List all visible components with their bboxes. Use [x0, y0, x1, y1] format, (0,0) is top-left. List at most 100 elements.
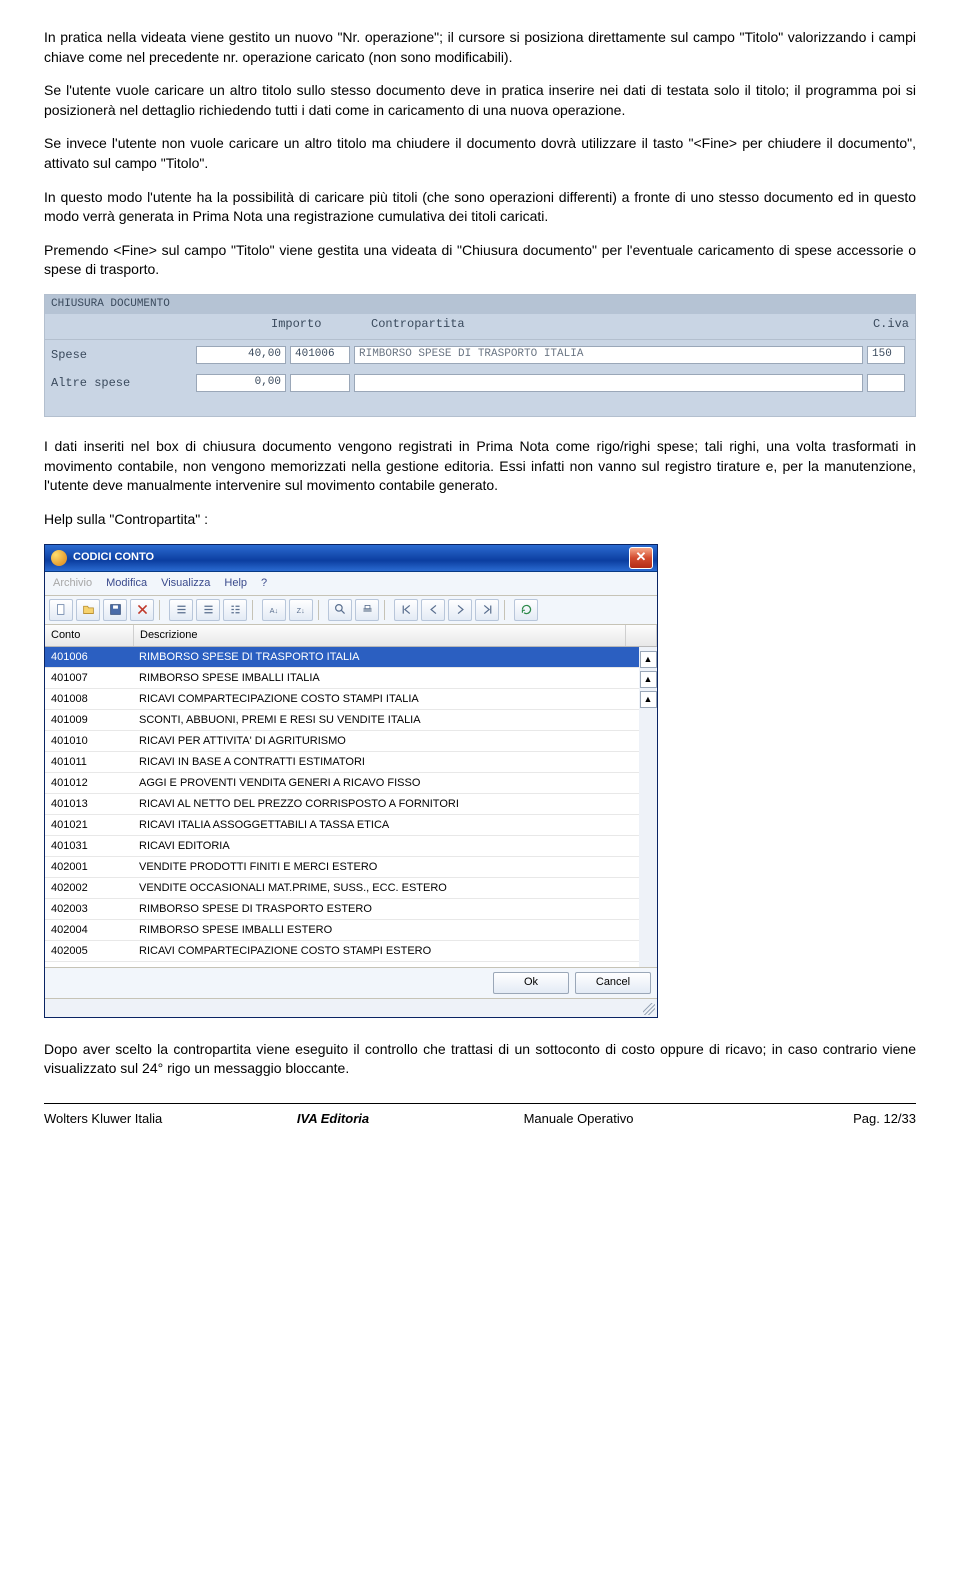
menu-visualizza[interactable]: Visualizza — [161, 576, 210, 591]
menubar: Archivio Modifica Visualizza Help ? — [45, 572, 657, 596]
cell-descrizione: RICAVI COMPARTECIPAZIONE COSTO STAMPI IT… — [133, 692, 639, 707]
table-row[interactable]: 402004RIMBORSO SPESE IMBALLI ESTERO — [45, 920, 639, 941]
refresh-icon[interactable] — [514, 599, 538, 621]
menu-question[interactable]: ? — [261, 576, 267, 591]
next-icon[interactable] — [448, 599, 472, 621]
chiusura-documento-panel: CHIUSURA DOCUMENTO Importo Contropartita… — [44, 294, 916, 417]
row-label: Spese — [51, 347, 196, 364]
delete-icon[interactable] — [130, 599, 154, 621]
cell-conto: 402001 — [45, 860, 133, 875]
cell-conto: 402004 — [45, 923, 133, 938]
table-row[interactable]: 401021RICAVI ITALIA ASSOGGETTABILI A TAS… — [45, 815, 639, 836]
cancel-button[interactable]: Cancel — [575, 972, 651, 993]
save-icon[interactable] — [103, 599, 127, 621]
resize-grip-icon[interactable] — [643, 1003, 655, 1015]
label-contropartita: Contropartita — [371, 316, 859, 333]
ok-button[interactable]: Ok — [493, 972, 569, 993]
paragraph: Se l'utente vuole caricare un altro tito… — [44, 81, 916, 120]
cell-conto: 402005 — [45, 944, 133, 959]
menu-help[interactable]: Help — [224, 576, 247, 591]
menu-modifica[interactable]: Modifica — [106, 576, 147, 591]
cell-conto: 401006 — [45, 650, 133, 665]
scrollbar[interactable]: ▲ ▲ ▲ — [639, 647, 657, 967]
app-icon — [51, 550, 67, 566]
cell-descrizione: RIMBORSO SPESE IMBALLI ITALIA — [133, 671, 639, 686]
civa-input[interactable]: 150 — [867, 346, 905, 364]
new-icon[interactable] — [49, 599, 73, 621]
desc-input[interactable]: RIMBORSO SPESE DI TRASPORTO ITALIA — [354, 346, 863, 364]
table-row[interactable]: 401010RICAVI PER ATTIVITA' DI AGRITURISM… — [45, 731, 639, 752]
table-row[interactable]: 401006RIMBORSO SPESE DI TRASPORTO ITALIA — [45, 647, 639, 668]
menu-archivio[interactable]: Archivio — [53, 576, 92, 591]
dialog-footer: Ok Cancel — [45, 967, 657, 997]
find-icon[interactable] — [328, 599, 352, 621]
cell-descrizione: RIMBORSO SPESE IMBALLI ESTERO — [133, 923, 639, 938]
table-row[interactable]: 402003RIMBORSO SPESE DI TRASPORTO ESTERO — [45, 899, 639, 920]
cell-descrizione: AGGI E PROVENTI VENDITA GENERI A RICAVO … — [133, 776, 639, 791]
column-descrizione[interactable]: Descrizione — [134, 625, 626, 646]
first-icon[interactable] — [394, 599, 418, 621]
grid-header: Conto Descrizione — [45, 625, 657, 647]
cell-descrizione: RICAVI PER ATTIVITA' DI AGRITURISMO — [133, 734, 639, 749]
civa-input[interactable] — [867, 374, 905, 392]
cell-descrizione: VENDITE OCCASIONALI MAT.PRIME, SUSS., EC… — [133, 881, 639, 896]
footer-product: IVA Editoria — [297, 1110, 524, 1128]
paragraph: In questo modo l'utente ha la possibilit… — [44, 188, 916, 227]
window-title: CODICI CONTO — [73, 550, 154, 565]
cell-conto: 401007 — [45, 671, 133, 686]
sort-desc-icon[interactable]: Z↓ — [289, 599, 313, 621]
list3-icon[interactable] — [223, 599, 247, 621]
cell-descrizione: RIMBORSO SPESE DI TRASPORTO ITALIA — [133, 650, 639, 665]
paragraph: Premendo <Fine> sul campo "Titolo" viene… — [44, 241, 916, 280]
importo-input[interactable]: 40,00 — [196, 346, 286, 364]
list2-icon[interactable] — [196, 599, 220, 621]
footer-manual: Manuale Operativo — [524, 1110, 786, 1128]
codici-conto-window: CODICI CONTO ✕ Archivio Modifica Visuali… — [44, 544, 658, 1018]
titlebar[interactable]: CODICI CONTO ✕ — [45, 545, 657, 572]
cell-conto: 401008 — [45, 692, 133, 707]
svg-text:Z↓: Z↓ — [296, 606, 304, 615]
cell-descrizione: RICAVI IN BASE A CONTRATTI ESTIMATORI — [133, 755, 639, 770]
column-conto[interactable]: Conto — [45, 625, 134, 646]
cell-conto: 401010 — [45, 734, 133, 749]
cell-conto: 401011 — [45, 755, 133, 770]
table-row[interactable]: 402001VENDITE PRODOTTI FINITI E MERCI ES… — [45, 857, 639, 878]
open-icon[interactable] — [76, 599, 100, 621]
scroll-step-icon[interactable]: ▲ — [640, 691, 657, 708]
table-row[interactable]: 401008RICAVI COMPARTECIPAZIONE COSTO STA… — [45, 689, 639, 710]
cell-descrizione: RICAVI AL NETTO DEL PREZZO CORRISPOSTO A… — [133, 797, 639, 812]
chiusura-row: Spese 40,00 401006 RIMBORSO SPESE DI TRA… — [45, 344, 915, 366]
table-row[interactable]: 401009SCONTI, ABBUONI, PREMI E RESI SU V… — [45, 710, 639, 731]
row-label: Altre spese — [51, 375, 196, 392]
table-row[interactable]: 401007RIMBORSO SPESE IMBALLI ITALIA — [45, 668, 639, 689]
table-row[interactable]: 402005RICAVI COMPARTECIPAZIONE COSTO STA… — [45, 941, 639, 962]
last-icon[interactable] — [475, 599, 499, 621]
print-icon[interactable] — [355, 599, 379, 621]
table-row[interactable]: 401013RICAVI AL NETTO DEL PREZZO CORRISP… — [45, 794, 639, 815]
close-button[interactable]: ✕ — [629, 547, 653, 569]
cell-conto: 402003 — [45, 902, 133, 917]
cell-conto: 402002 — [45, 881, 133, 896]
table-row[interactable]: 401031RICAVI EDITORIA — [45, 836, 639, 857]
cell-descrizione: RICAVI ITALIA ASSOGGETTABILI A TASSA ETI… — [133, 818, 639, 833]
list1-icon[interactable] — [169, 599, 193, 621]
importo-input[interactable]: 0,00 — [196, 374, 286, 392]
prev-icon[interactable] — [421, 599, 445, 621]
sort-asc-icon[interactable]: A↓ — [262, 599, 286, 621]
table-row[interactable]: 401012AGGI E PROVENTI VENDITA GENERI A R… — [45, 773, 639, 794]
desc-input[interactable] — [354, 374, 863, 392]
grid-body[interactable]: 401006RIMBORSO SPESE DI TRASPORTO ITALIA… — [45, 647, 639, 967]
page-footer: Wolters Kluwer Italia IVA Editoria Manua… — [44, 1103, 916, 1128]
scroll-top-icon[interactable]: ▲ — [640, 651, 657, 668]
paragraph: In pratica nella videata viene gestito u… — [44, 28, 916, 67]
conto-input[interactable]: 401006 — [290, 346, 350, 364]
paragraph: Dopo aver scelto la contropartita viene … — [44, 1040, 916, 1079]
cell-descrizione: VENDITE PRODOTTI FINITI E MERCI ESTERO — [133, 860, 639, 875]
footer-page: Pag. 12/33 — [785, 1110, 916, 1128]
statusbar — [45, 998, 657, 1017]
chiusura-row: Altre spese 0,00 — [45, 372, 915, 394]
table-row[interactable]: 401011RICAVI IN BASE A CONTRATTI ESTIMAT… — [45, 752, 639, 773]
scroll-up-icon[interactable]: ▲ — [640, 671, 657, 688]
table-row[interactable]: 402002VENDITE OCCASIONALI MAT.PRIME, SUS… — [45, 878, 639, 899]
conto-input[interactable] — [290, 374, 350, 392]
